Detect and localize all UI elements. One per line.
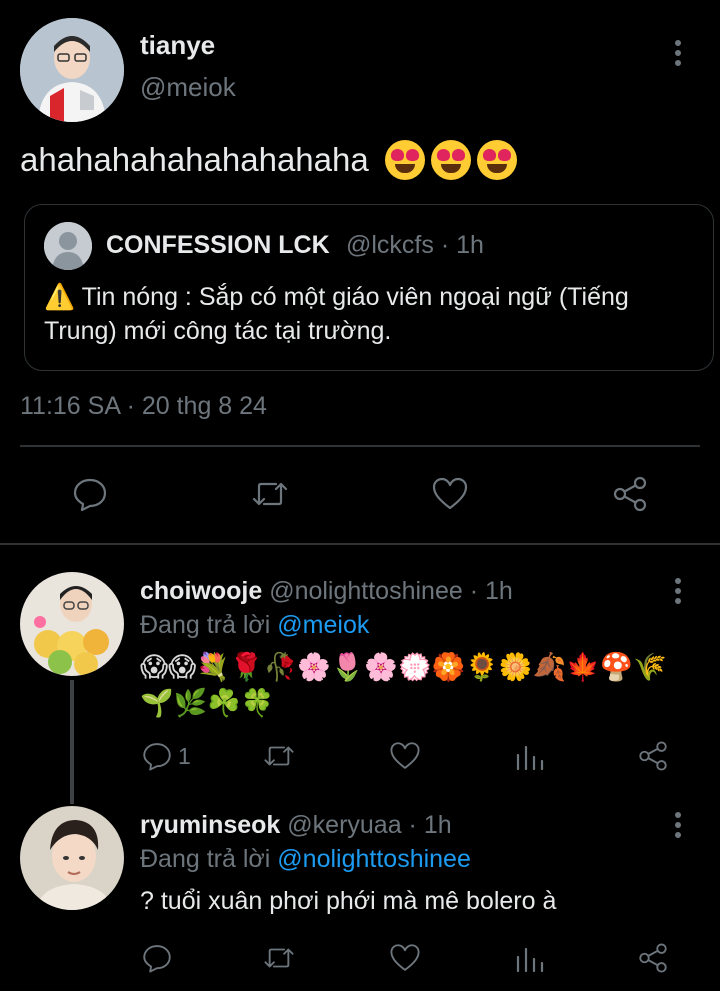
retweet-icon[interactable] [262,739,296,778]
quoted-tweet-display-name: CONFESSION LCK [106,231,330,259]
like-icon[interactable] [430,474,470,514]
main-tweet-display-name[interactable]: tianye [140,30,215,61]
quoted-tweet-avatar[interactable] [44,222,92,270]
main-tweet-text-content: ahahahahahahahahaha [20,141,369,178]
reply-text: ? tuổi xuân phơi phới mà mê bolero à [140,887,557,915]
retweet-icon[interactable] [250,474,290,514]
analytics-icon[interactable] [514,943,546,980]
replying-to: Đang trả lời @meiok [140,611,369,640]
thread-line [70,680,74,804]
like-icon[interactable] [388,941,422,980]
analytics-icon[interactable] [514,741,546,778]
heart-eyes-emoji-icon [476,140,517,180]
main-tweet-text: ahahahahahahahahaha [20,140,517,180]
like-icon[interactable] [388,739,422,778]
more-icon[interactable] [668,810,688,840]
share-icon[interactable] [636,739,670,778]
quoted-tweet-handle-time: @lckcfs · 1h [346,231,484,259]
replying-to: Đang trả lời @nolighttoshinee [140,845,471,874]
retweet-icon[interactable] [262,941,296,980]
more-icon[interactable] [668,576,688,606]
divider [20,445,700,447]
heart-eyes-emoji-icon [430,140,471,180]
reply-handle-time[interactable]: @keryuaa · 1h [287,811,451,839]
reply-button[interactable]: 1 [140,738,191,774]
reply-icon[interactable] [70,474,110,514]
reply-icon[interactable] [140,941,174,980]
share-icon[interactable] [610,474,650,514]
reply-header: choiwooje @nolighttoshinee · 1h [140,577,513,606]
replying-to-link[interactable]: @nolighttoshinee [277,845,471,873]
replying-to-link[interactable]: @meiok [277,611,369,639]
reply-display-name[interactable]: choiwooje [140,577,262,605]
reply-avatar[interactable] [20,806,124,910]
divider [0,543,720,545]
replying-to-prefix: Đang trả lời [140,845,271,873]
reply-header: ryuminseok @keryuaa · 1h [140,811,452,840]
share-icon[interactable] [636,941,670,980]
replying-to-prefix: Đang trả lời [140,611,271,639]
reply-count: 1 [178,742,191,769]
heart-eyes-emoji-icon [384,140,425,180]
more-icon[interactable] [668,38,688,68]
reply-icon [143,743,171,771]
reply-avatar[interactable] [20,572,124,676]
tweet-timestamp[interactable]: 11:16 SA · 20 thg 8 24 [20,392,267,421]
reply-handle-time[interactable]: @nolighttoshinee · 1h [269,577,513,605]
main-tweet-avatar[interactable] [20,18,124,122]
quoted-tweet-text: ⚠️ Tin nóng : Sắp có một giáo viên ngoại… [44,283,629,345]
main-tweet-handle[interactable]: @meiok [140,72,236,103]
reply-emoji-text: 😱😱💐🌹🥀🌸🌷🌸💮🏵️🌻🌼🍂🍁🍄🌾🌱🌿☘️🍀 [140,652,667,719]
reply-display-name[interactable]: ryuminseok [140,811,280,839]
